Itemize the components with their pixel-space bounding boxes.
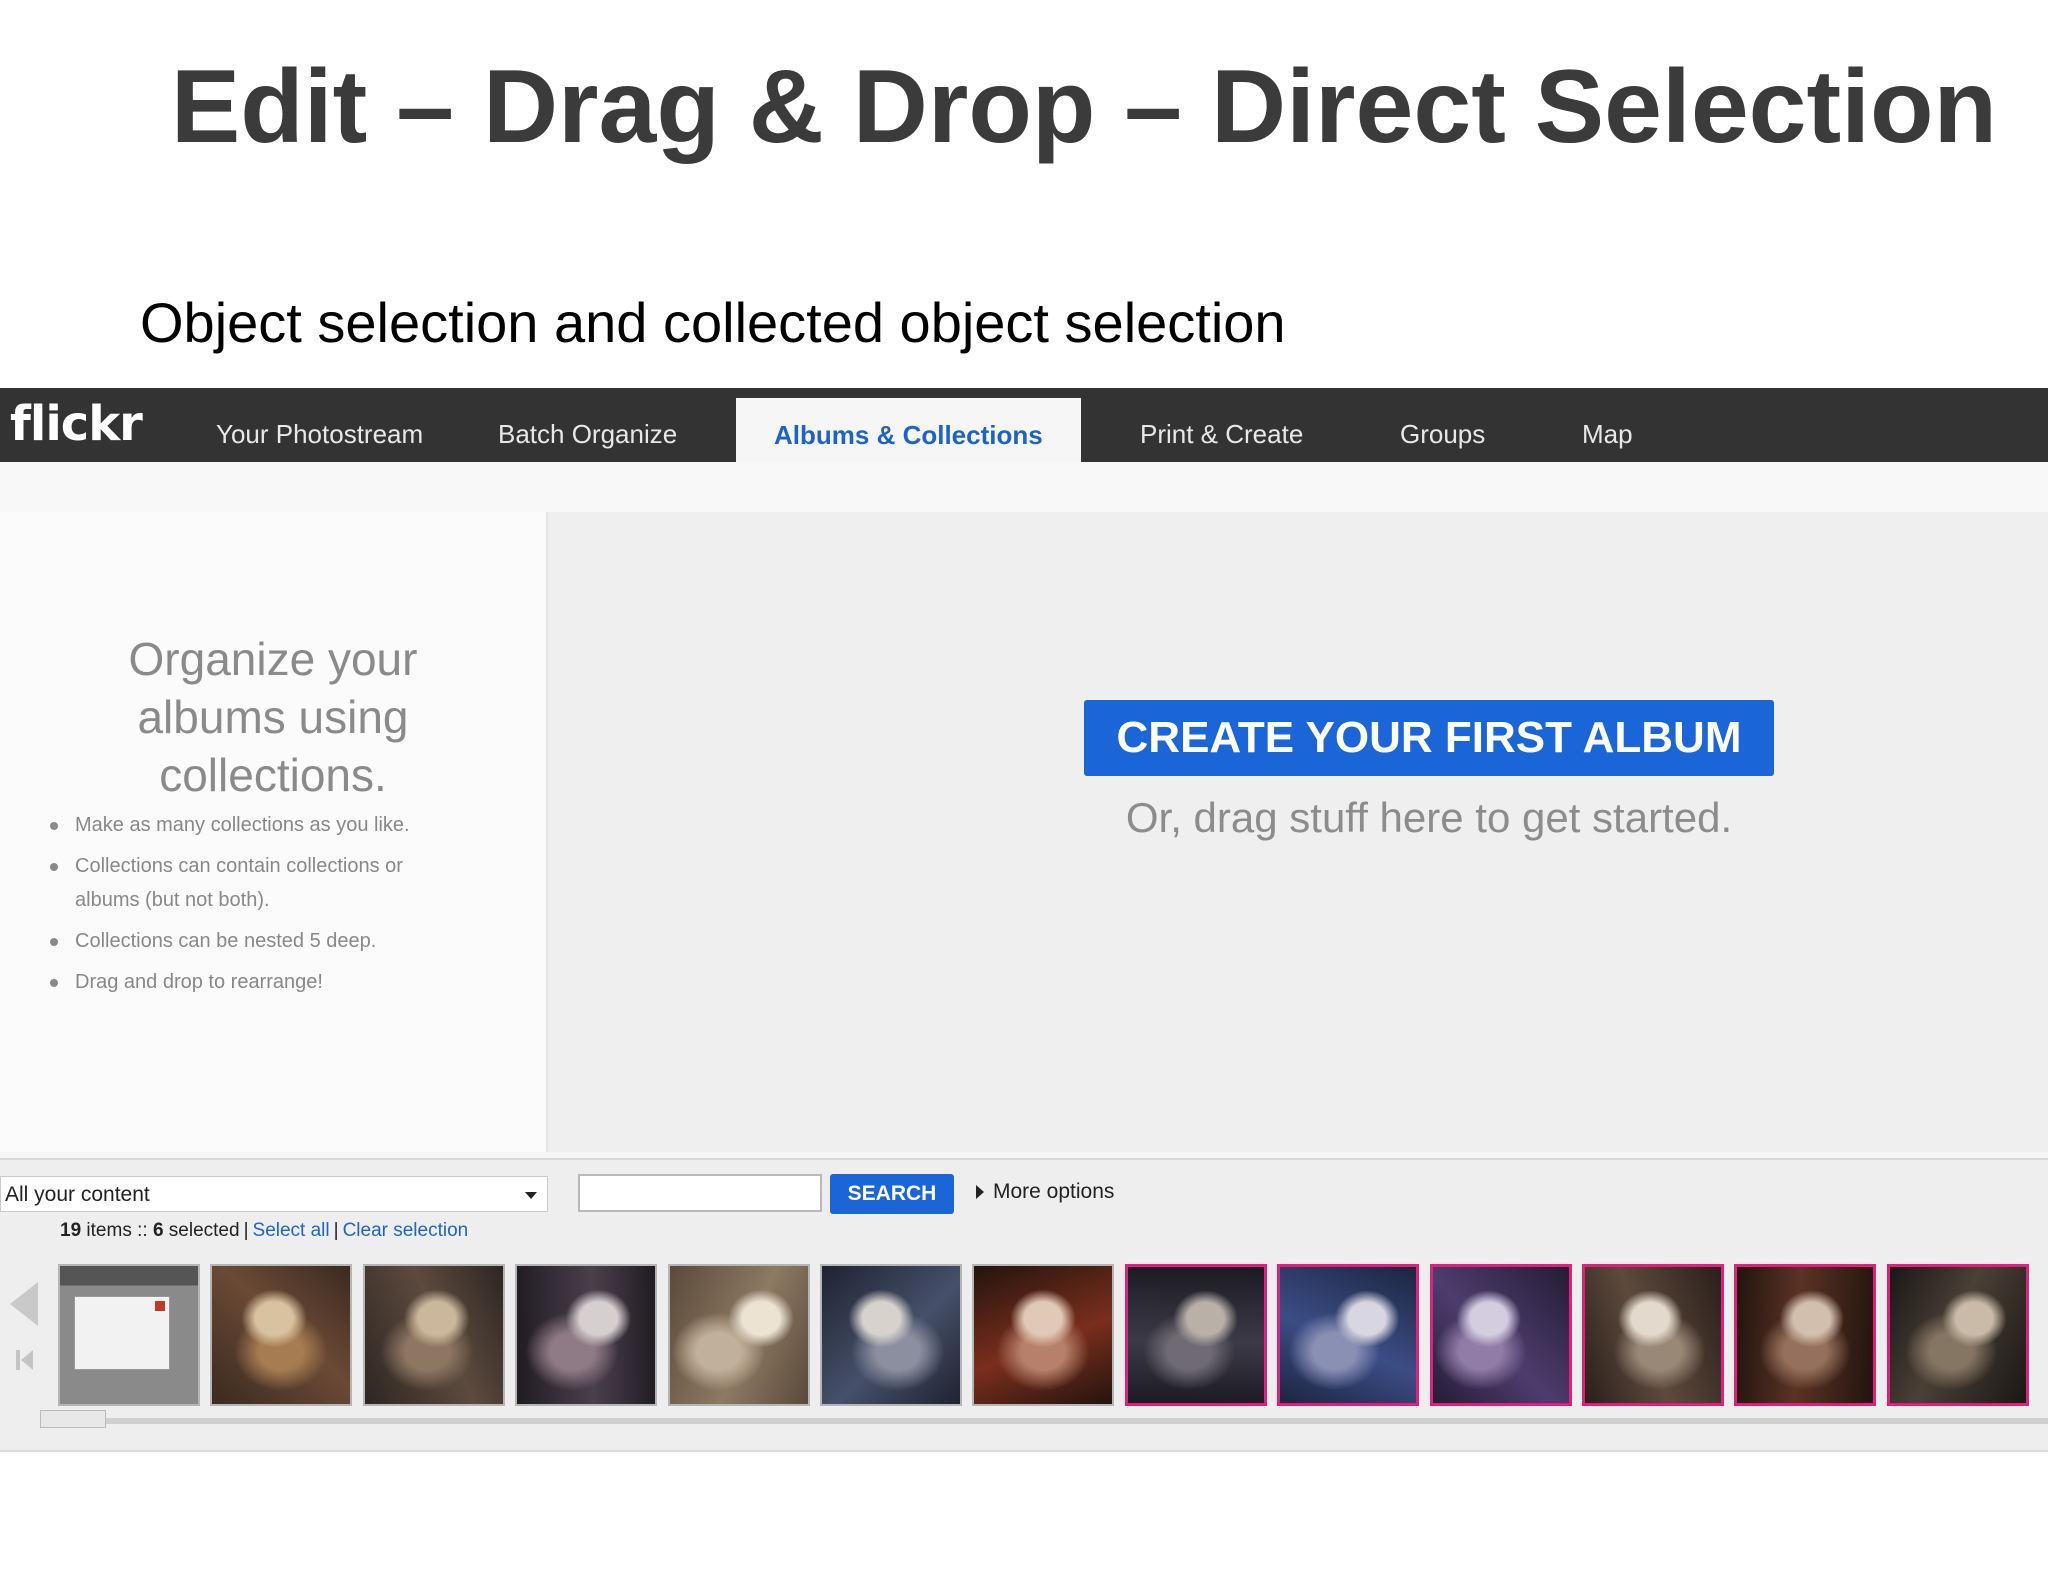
photo-thumbnail[interactable] xyxy=(210,1264,352,1406)
content-filter-select[interactable]: All your content xyxy=(0,1176,548,1212)
tip-item: Make as many collections as you like. xyxy=(48,808,455,842)
subnav-bar xyxy=(0,462,2048,513)
search-input[interactable] xyxy=(578,1174,822,1212)
selection-info: 19 items :: 6 selected | Select all | Clear … xyxy=(60,1220,469,1241)
slide-title: Edit – Drag & Drop – Direct Selection xyxy=(170,49,1998,165)
bullet-icon xyxy=(50,938,58,946)
create-first-album-button[interactable]: CREATE YOUR FIRST ALBUM xyxy=(1084,700,1774,776)
triangle-right-icon xyxy=(976,1185,984,1199)
select-all-link[interactable]: Select all xyxy=(253,1220,330,1241)
search-button[interactable]: SEARCH xyxy=(830,1174,954,1214)
photo-thumbnail[interactable] xyxy=(668,1264,810,1406)
strip-scrollbar[interactable] xyxy=(40,1418,2048,1424)
photo-thumbnail-selected[interactable] xyxy=(1125,1264,1267,1406)
close-icon xyxy=(155,1301,165,1311)
chevron-down-icon xyxy=(525,1192,537,1199)
photo-thumbnail-selected[interactable] xyxy=(1430,1264,1572,1406)
footer-area xyxy=(0,1450,2048,1452)
collections-sidebar: Organize your albums using collections. … xyxy=(0,512,548,1152)
nav-your-photostream[interactable]: Your Photostream xyxy=(216,388,423,462)
tip-item: Drag and drop to rearrange! xyxy=(48,965,455,999)
flickr-logo[interactable]: flickr xyxy=(10,396,143,452)
bullet-icon xyxy=(50,863,58,871)
photo-thumbnail-selected[interactable] xyxy=(1582,1264,1724,1406)
bullet-icon xyxy=(50,979,58,987)
sidebar-heading: Organize your albums using collections. xyxy=(128,633,418,801)
nav-batch-organize[interactable]: Batch Organize xyxy=(498,388,677,462)
photo-thumbnail-selected[interactable] xyxy=(1734,1264,1876,1406)
top-navbar: flickr Your Photostream Batch Organize A… xyxy=(0,388,2048,462)
scroll-left-icon[interactable] xyxy=(10,1282,38,1326)
jump-to-start-icon[interactable] xyxy=(16,1350,33,1370)
drag-hint: Or, drag stuff here to get started. xyxy=(1125,794,1733,841)
drop-workspace[interactable]: CREATE YOUR FIRST ALBUM Or, drag stuff h… xyxy=(548,512,2048,1152)
photo-thumbnail[interactable] xyxy=(363,1264,505,1406)
photo-thumbnail-selected[interactable] xyxy=(1277,1264,1419,1406)
tip-item: Collections can be nested 5 deep. xyxy=(48,924,455,958)
nav-map[interactable]: Map xyxy=(1582,388,1633,462)
photo-thumbnail[interactable] xyxy=(972,1264,1114,1406)
tip-item: Collections can contain collections or a… xyxy=(48,849,455,917)
flickr-app: flickr Your Photostream Batch Organize A… xyxy=(0,388,2048,1452)
photo-thumbnail[interactable] xyxy=(58,1264,200,1406)
nav-print-create[interactable]: Print & Create xyxy=(1140,388,1303,462)
tips-list: Make as many collections as you like. Co… xyxy=(48,808,455,1006)
clear-selection-link[interactable]: Clear selection xyxy=(343,1220,469,1241)
photo-thumbnail[interactable] xyxy=(820,1264,962,1406)
screenshot-preview-icon xyxy=(74,1296,170,1370)
organizr-strip: All your content SEARCH More options 19 … xyxy=(0,1158,2048,1450)
nav-groups[interactable]: Groups xyxy=(1400,388,1485,462)
bullet-icon xyxy=(50,822,58,830)
more-options-toggle[interactable]: More options xyxy=(976,1180,1114,1204)
scrollbar-handle[interactable] xyxy=(40,1410,106,1428)
photo-thumbnail[interactable] xyxy=(515,1264,657,1406)
slide-subtitle: Object selection and collected object se… xyxy=(140,291,1286,354)
thumbnail-strip xyxy=(58,1264,2048,1408)
photo-thumbnail-selected[interactable] xyxy=(1887,1264,2029,1406)
nav-albums-collections[interactable]: Albums & Collections xyxy=(736,398,1081,462)
